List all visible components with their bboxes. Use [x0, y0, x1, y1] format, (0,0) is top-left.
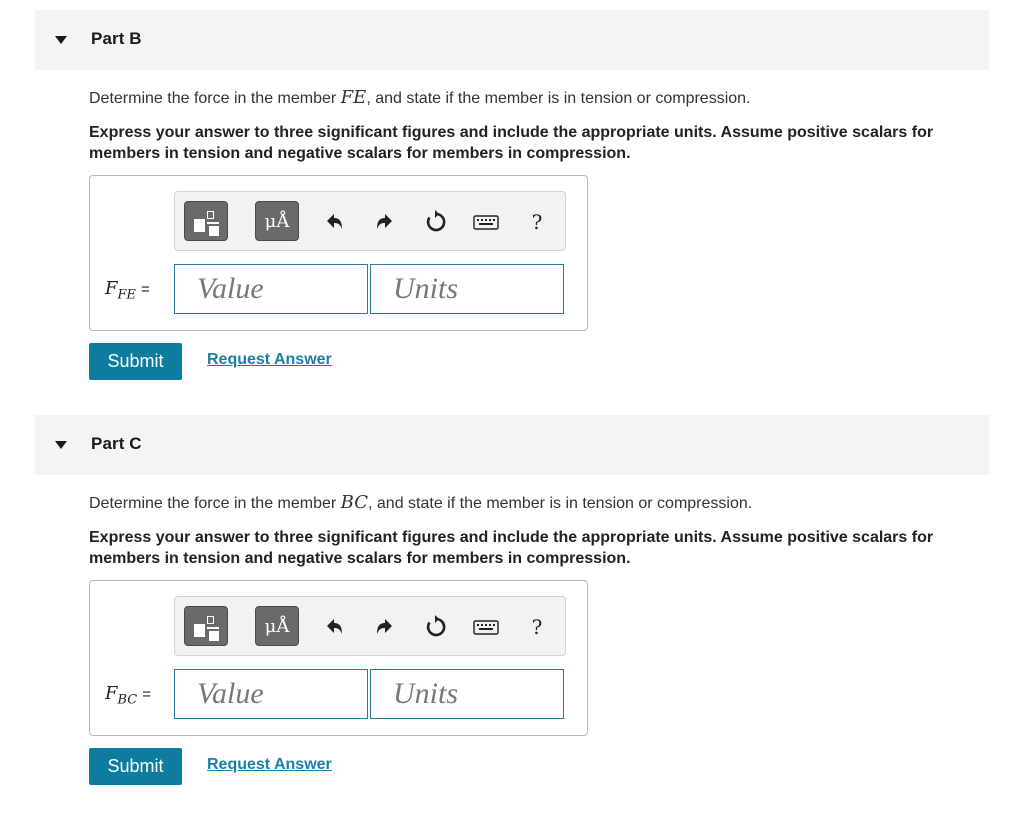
units-button[interactable]: μÅ [255, 606, 299, 646]
question-text: Determine the force in the member BC, an… [89, 492, 752, 513]
member-name: BC [340, 492, 369, 513]
units-button-label: μÅ [264, 211, 290, 232]
instruction-text: Express your answer to three significant… [89, 124, 934, 162]
template-icon-part [209, 631, 219, 641]
variable-subscript: FE [117, 287, 137, 303]
caret-down-icon[interactable] [55, 36, 67, 44]
question-suffix: , and state if the member is in tension … [366, 90, 751, 107]
submit-button[interactable]: Submit [89, 343, 182, 380]
variable-label: FBC = [105, 683, 151, 708]
units-button-label: μÅ [264, 616, 290, 637]
question-prefix: Determine the force in the member [89, 90, 341, 107]
template-icon-part [207, 222, 219, 224]
redo-icon[interactable] [371, 208, 399, 236]
template-icon-part [207, 616, 214, 624]
variable-subscript: BC [117, 692, 138, 708]
units-input[interactable]: Units [370, 669, 564, 719]
part-b-header[interactable]: Part B [35, 10, 989, 70]
instruction-text: Express your answer to three significant… [89, 529, 934, 567]
member-name: FE [340, 87, 367, 108]
part-c-header[interactable]: Part C [35, 415, 989, 475]
variable-label: FFE = [105, 278, 150, 303]
value-input[interactable]: Value [174, 669, 368, 719]
request-answer-link[interactable]: Request Answer [207, 351, 332, 369]
undo-icon[interactable] [319, 208, 347, 236]
units-input[interactable]: Units [370, 264, 564, 314]
value-input[interactable]: Value [174, 264, 368, 314]
keyboard-icon[interactable] [472, 208, 500, 236]
question-prefix: Determine the force in the member [89, 495, 341, 512]
request-answer-link[interactable]: Request Answer [207, 756, 332, 774]
help-icon[interactable]: ? [523, 613, 551, 641]
template-icon [194, 219, 205, 232]
submit-button[interactable]: Submit [89, 748, 182, 785]
variable-main: F [105, 278, 118, 299]
math-toolbar: μÅ ? [174, 596, 566, 656]
reset-icon[interactable] [422, 208, 450, 236]
units-button[interactable]: μÅ [255, 201, 299, 241]
math-toolbar: μÅ ? [174, 191, 566, 251]
question-suffix: , and state if the member is in tension … [368, 495, 753, 512]
equals-sign: = [141, 281, 150, 298]
caret-down-icon[interactable] [55, 441, 67, 449]
equals-sign: = [142, 686, 152, 703]
templates-button[interactable] [184, 201, 228, 241]
part-title: Part B [91, 29, 142, 48]
templates-button[interactable] [184, 606, 228, 646]
answer-box: μÅ ? FFE = Value Units [89, 175, 588, 331]
template-icon-part [209, 226, 219, 236]
keyboard-icon[interactable] [472, 613, 500, 641]
answer-box: μÅ ? FBC = Value Units [89, 580, 588, 736]
template-icon-part [207, 211, 214, 219]
variable-main: F [105, 683, 118, 704]
help-icon[interactable]: ? [523, 208, 551, 236]
part-title: Part C [91, 434, 142, 453]
template-icon [194, 624, 205, 637]
undo-icon[interactable] [319, 613, 347, 641]
redo-icon[interactable] [371, 613, 399, 641]
template-icon-part [207, 627, 219, 629]
reset-icon[interactable] [422, 613, 450, 641]
question-text: Determine the force in the member FE, an… [89, 87, 751, 108]
